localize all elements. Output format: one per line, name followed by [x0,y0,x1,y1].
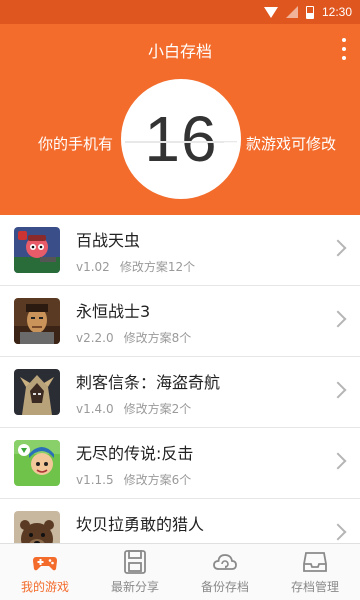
game-name: 永恒战士3 [76,302,151,321]
divider-line [224,142,238,144]
bottom-tab-bar: 我的游戏 最新分享 备份存档 存档管理 [0,543,360,600]
gamepad-icon [33,557,57,571]
game-plans: 修改方案8个 [123,331,192,345]
game-version: v1.02 [76,260,110,274]
bear-hunter-game-icon [14,511,60,543]
tab-latest-share[interactable]: 最新分享 [90,544,180,600]
eternity-warriors-game-icon [14,298,60,344]
chevron-right-icon [329,523,347,541]
battery-icon [305,5,314,19]
tab-label: 备份存档 [200,580,249,594]
game-count-circle: 16 [121,79,241,199]
game-version: v1.4.0 [76,402,114,416]
game-meta: v1.1.5 修改方案6个 [76,471,191,488]
more-menu-icon[interactable] [340,38,348,60]
endless-legend-game-icon [14,440,60,486]
floppy-disk-icon [124,550,146,574]
cloud-sync-icon [213,554,237,570]
game-version: v2.2.0 [76,331,114,345]
assassins-creed-game-icon [14,369,60,415]
game-row[interactable]: 坎贝拉勇敢的猎人 [0,499,360,543]
game-plans: 修改方案6个 [123,473,192,487]
game-name: 坎贝拉勇敢的猎人 [76,515,205,534]
count-suffix: 款游戏可修改 [246,135,337,153]
game-name: 百战天虫 [76,231,141,250]
app-title: 小白存档 [147,42,212,61]
game-version: v1.1.5 [76,473,114,487]
chevron-right-icon [329,452,347,470]
game-row[interactable]: 无尽的传说:反击 v1.1.5 修改方案6个 [0,428,360,499]
wifi-icon [263,6,278,18]
game-plans: 修改方案2个 [123,402,192,416]
game-plans: 修改方案12个 [119,260,196,274]
tab-label: 存档管理 [290,580,339,594]
game-row[interactable]: 永恒战士3 v2.2.0 修改方案8个 [0,286,360,357]
game-meta: v1.02 修改方案12个 [76,258,195,275]
signal-icon [285,6,298,18]
game-row[interactable]: 百战天虫 v1.02 修改方案12个 [0,215,360,286]
circle-divider [125,141,237,143]
game-row[interactable]: 刺客信条：海盗奇航 v1.4.0 修改方案2个 [0,357,360,428]
worms-game-icon [14,227,60,273]
chevron-right-icon [329,381,347,399]
status-bar: 12:30 [0,0,360,24]
game-meta: v1.4.0 修改方案2个 [76,400,191,417]
tab-my-games[interactable]: 我的游戏 [0,544,90,600]
chevron-right-icon [329,310,347,328]
game-name: 无尽的传说:反击 [76,444,194,463]
tab-label: 我的游戏 [20,580,69,594]
tab-backup-save[interactable]: 备份存档 [180,544,270,600]
chevron-right-icon [329,239,347,257]
header: 小白存档 你的手机有 16 款游戏可修改 [0,24,360,215]
game-meta: v2.2.0 修改方案8个 [76,329,191,346]
status-time: 12:30 [321,5,352,19]
game-count: 16 [144,103,218,175]
game-name: 刺客信条：海盗奇航 [76,373,221,392]
tab-label: 最新分享 [110,580,159,594]
game-list: 百战天虫 v1.02 修改方案12个 永恒战士3 v2.2.0 修改方案8个 刺… [0,215,360,543]
inbox-tray-icon [303,552,327,572]
tab-save-manage[interactable]: 存档管理 [270,544,360,600]
count-prefix: 你的手机有 [38,135,114,153]
